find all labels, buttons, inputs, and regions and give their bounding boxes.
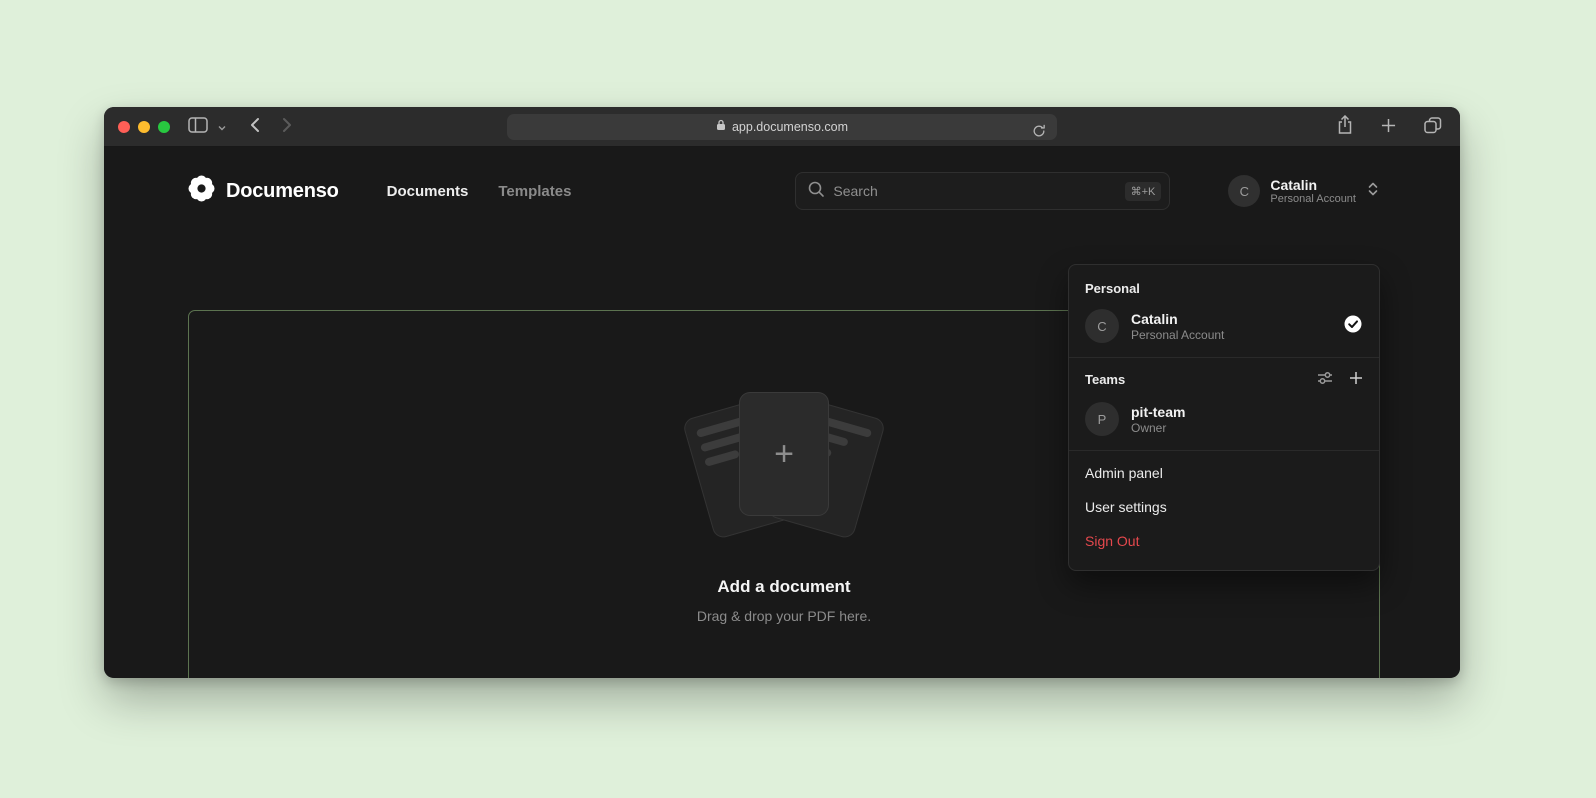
tab-overview-button[interactable]	[1420, 113, 1446, 141]
dropzone-title: Add a document	[717, 577, 850, 597]
team-name: pit-team	[1131, 405, 1363, 419]
new-tab-button[interactable]	[1377, 114, 1400, 140]
personal-subtitle: Personal Account	[1131, 329, 1331, 341]
back-arrow-icon	[250, 117, 260, 136]
sidebar-menu-button[interactable]	[214, 115, 230, 138]
create-team-button[interactable]	[1349, 371, 1363, 388]
personal-name: Catalin	[1131, 312, 1331, 326]
app-page: Documenso Documents Templates ⌘+K C Cata…	[104, 147, 1460, 677]
minimize-window-button[interactable]	[138, 121, 150, 133]
personal-avatar: C	[1085, 309, 1119, 343]
lock-icon	[716, 118, 726, 136]
teams-section-label: Teams	[1085, 372, 1317, 387]
close-window-button[interactable]	[118, 121, 130, 133]
url-text: app.documenso.com	[732, 120, 848, 134]
document-card-center: +	[740, 393, 828, 515]
plus-icon	[1349, 371, 1363, 388]
reload-button[interactable]	[1028, 120, 1050, 145]
team-role: Owner	[1131, 422, 1363, 434]
sliders-icon	[1317, 370, 1333, 389]
traffic-lights	[118, 121, 170, 133]
chevron-down-icon	[218, 119, 226, 134]
menu-item-user-settings[interactable]: User settings	[1069, 490, 1379, 524]
browser-toolbar: app.documenso.com	[104, 107, 1460, 147]
brand[interactable]: Documenso	[188, 175, 339, 207]
add-plus-icon: +	[774, 437, 794, 471]
search-icon	[807, 180, 825, 203]
user-menu-trigger[interactable]: C Catalin Personal Account	[1228, 175, 1380, 207]
main-nav: Documents Templates	[387, 183, 572, 200]
menu-item-sign-out[interactable]: Sign Out	[1069, 524, 1379, 558]
nav-documents[interactable]: Documents	[387, 183, 469, 200]
plus-icon	[1381, 118, 1396, 136]
personal-account-item[interactable]: C Catalin Personal Account	[1069, 305, 1379, 357]
sidebar-icon	[188, 117, 208, 136]
back-button[interactable]	[246, 113, 264, 140]
user-avatar: C	[1228, 175, 1260, 207]
share-icon	[1337, 115, 1353, 138]
documents-illustration: +	[674, 389, 894, 547]
tabs-icon	[1424, 117, 1442, 137]
teams-section-header: Teams	[1069, 358, 1379, 398]
sidebar-toggle-button[interactable]	[184, 113, 212, 140]
search-input[interactable]	[833, 183, 1116, 199]
dropzone-subtitle: Drag & drop your PDF here.	[697, 608, 871, 624]
user-name: Catalin	[1270, 178, 1356, 192]
menu-item-admin-panel[interactable]: Admin panel	[1069, 456, 1379, 490]
share-button[interactable]	[1333, 111, 1357, 142]
personal-section-label: Personal	[1069, 271, 1379, 305]
team-item[interactable]: P pit-team Owner	[1069, 398, 1379, 450]
user-account-type: Personal Account	[1270, 194, 1356, 205]
search-shortcut-badge: ⌘+K	[1125, 182, 1162, 201]
documenso-logo-icon	[188, 175, 215, 207]
search-box[interactable]: ⌘+K	[795, 172, 1170, 210]
forward-arrow-icon	[282, 117, 292, 136]
zoom-window-button[interactable]	[158, 121, 170, 133]
selected-check-icon	[1343, 314, 1363, 339]
nav-templates[interactable]: Templates	[498, 183, 571, 200]
selector-chevrons-icon	[1366, 181, 1380, 202]
team-avatar: P	[1085, 402, 1119, 436]
app-header: Documenso Documents Templates ⌘+K C Cata…	[188, 147, 1380, 235]
browser-window: app.documenso.com	[104, 107, 1460, 678]
reload-icon	[1032, 124, 1046, 141]
forward-button[interactable]	[278, 113, 296, 140]
brand-name: Documenso	[226, 180, 339, 203]
manage-teams-button[interactable]	[1317, 370, 1333, 389]
address-bar[interactable]: app.documenso.com	[507, 114, 1057, 140]
account-menu: Personal C Catalin Personal Account Team…	[1068, 264, 1380, 571]
